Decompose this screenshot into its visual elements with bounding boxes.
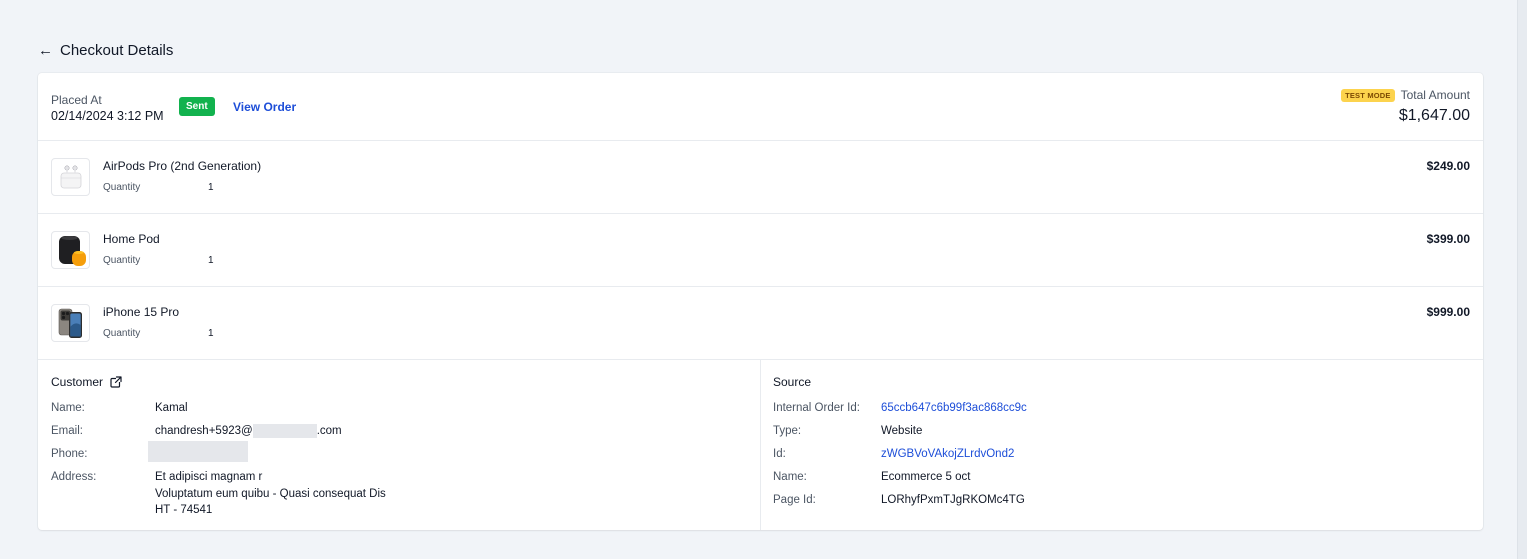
- line-item: AirPods Pro (2nd Generation) Quantity 1 …: [38, 141, 1483, 214]
- email-suffix: .com: [316, 425, 342, 437]
- source-id-link[interactable]: zWGBVoVAkojZLrdvOnd2: [881, 446, 1014, 462]
- source-name-value: Ecommerce 5 oct: [881, 471, 971, 483]
- customer-section-title: Customer: [51, 375, 123, 389]
- customer-name-value: Kamal: [155, 402, 188, 414]
- total-amount-label: Total Amount: [1400, 88, 1470, 102]
- item-quantity-label: Quantity: [103, 255, 141, 266]
- homepod-icon: [51, 231, 90, 269]
- checkout-card: Placed At 02/14/2024 3:12 PM Sent View O…: [38, 73, 1483, 530]
- address-line-1: Et adipisci magnam r: [155, 471, 263, 483]
- source-type-value: Website: [881, 425, 923, 437]
- customer-email-value: chandresh+5923@ .com: [155, 423, 342, 439]
- customer-title: Customer: [51, 375, 104, 389]
- item-quantity-label: Quantity: [103, 182, 141, 193]
- email-redaction: [252, 423, 317, 438]
- source-type-label: Type:: [773, 425, 802, 437]
- source-id-label: Id:: [773, 448, 786, 460]
- total-amount-block: TEST MODE Total Amount $1,647.00: [1341, 88, 1470, 125]
- item-name: iPhone 15 Pro: [103, 305, 180, 319]
- arrow-left-icon[interactable]: ←: [38, 43, 53, 58]
- item-quantity-value: 1: [208, 328, 214, 339]
- order-summary: Placed At 02/14/2024 3:12 PM Sent View O…: [38, 73, 1483, 141]
- item-price: $249.00: [1426, 159, 1470, 173]
- page-header: ← Checkout Details: [38, 40, 173, 60]
- line-item: iPhone 15 Pro Quantity 1 $999.00: [38, 287, 1483, 360]
- customer-name-label: Name:: [51, 402, 85, 414]
- page-id-label: Page Id:: [773, 494, 816, 506]
- page-title: Checkout Details: [60, 41, 174, 59]
- item-name: Home Pod: [103, 232, 160, 246]
- customer-address-label: Address:: [51, 471, 97, 483]
- customer-email-label: Email:: [51, 425, 83, 437]
- total-amount-value: $1,647.00: [1398, 107, 1470, 124]
- airpods-icon: [51, 158, 90, 196]
- source-title: Source: [773, 375, 812, 389]
- customer-phone-label: Phone:: [51, 448, 88, 460]
- placed-at-value: 02/14/2024 3:12 PM: [51, 109, 164, 123]
- source-section-title: Source: [773, 375, 811, 389]
- item-price: $399.00: [1426, 232, 1470, 246]
- details-section: Customer Name: Kamal Email: chandresh+59…: [38, 360, 1483, 530]
- source-name-label: Name:: [773, 471, 807, 483]
- window-edge: [1517, 0, 1527, 559]
- view-order-link[interactable]: View Order: [233, 100, 296, 114]
- internal-order-id-label: Internal Order Id:: [773, 402, 860, 414]
- iphone-icon: [51, 304, 90, 342]
- line-item: Home Pod Quantity 1 $399.00: [38, 214, 1483, 287]
- item-quantity-label: Quantity: [103, 328, 141, 339]
- email-prefix: chandresh+5923@: [155, 425, 253, 437]
- internal-order-id-link[interactable]: 65ccb647c6b99f3ac868cc9c: [881, 400, 1027, 416]
- address-line-3: HT - 74541: [155, 504, 213, 516]
- status-badge: Sent: [179, 97, 215, 116]
- test-mode-badge: TEST MODE: [1341, 88, 1395, 102]
- item-quantity-value: 1: [208, 255, 214, 266]
- item-price: $999.00: [1426, 305, 1470, 319]
- phone-redaction: [148, 441, 248, 462]
- page-id-value: LORhyfPxmTJgRKOMc4TG: [881, 494, 1025, 506]
- item-quantity-value: 1: [208, 182, 214, 193]
- item-name: AirPods Pro (2nd Generation): [103, 159, 262, 173]
- column-divider: [760, 360, 761, 530]
- external-link-icon[interactable]: [110, 376, 123, 388]
- placed-at-label: Placed At: [51, 93, 102, 107]
- address-line-2: Voluptatum eum quibu - Quasi consequat D…: [155, 487, 386, 500]
- customer-address-value: Et adipisci magnam r Voluptatum eum quib…: [155, 469, 386, 519]
